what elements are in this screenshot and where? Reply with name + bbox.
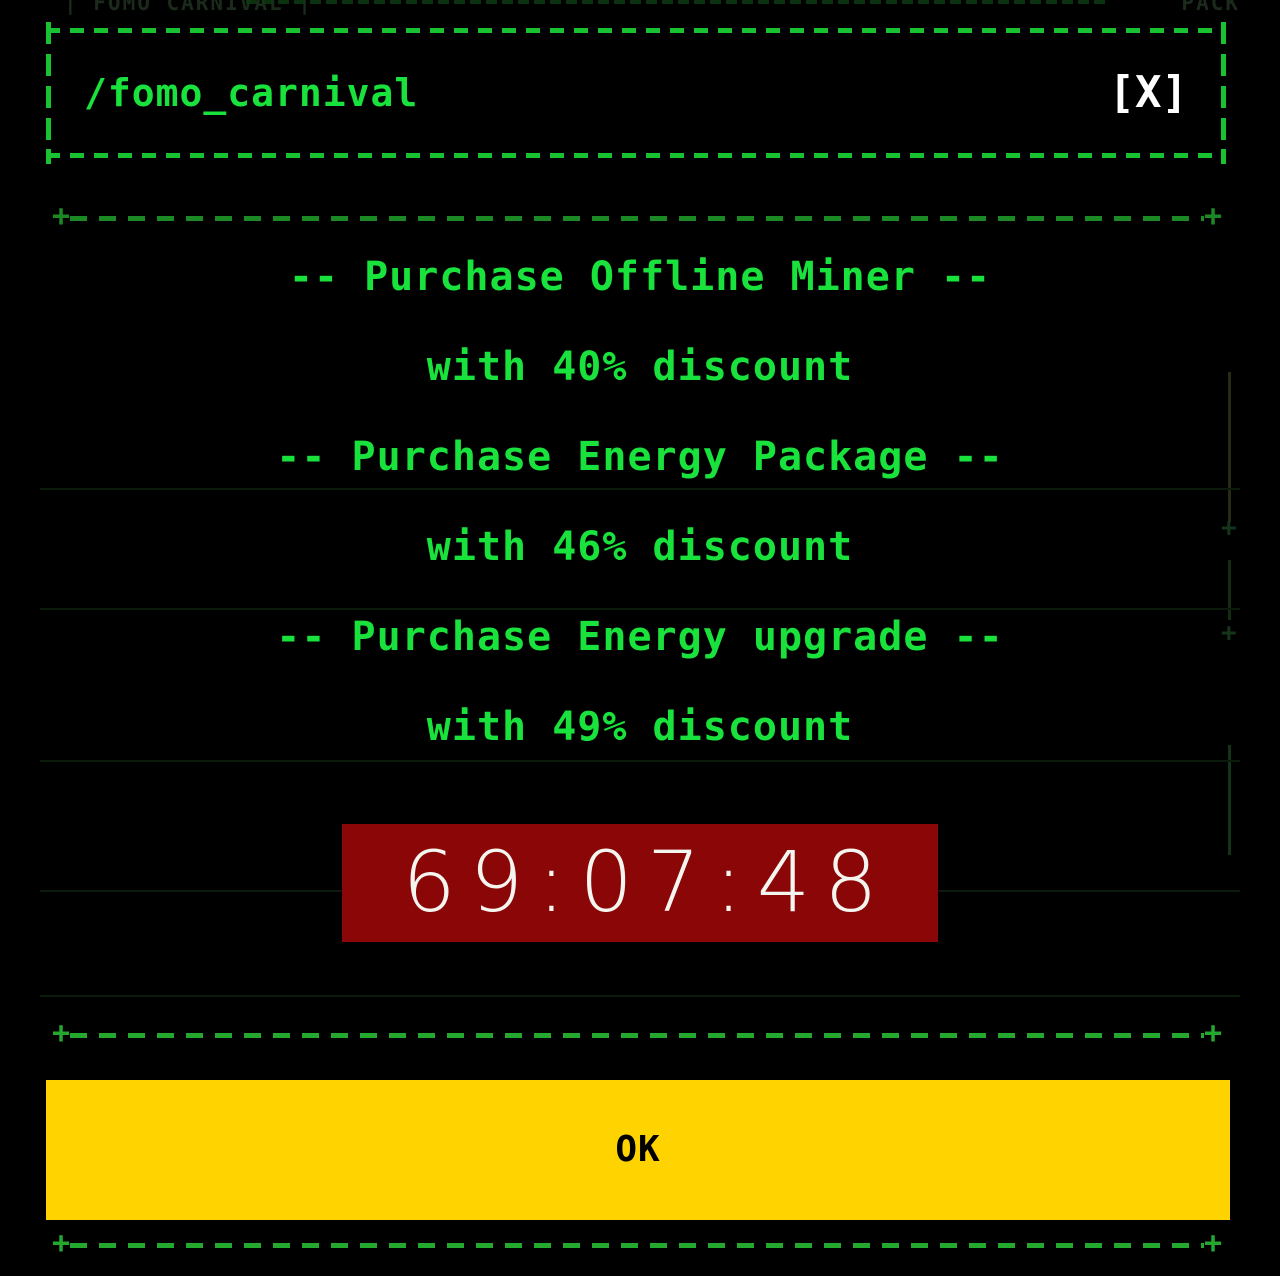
separator-bottom-dashes [70, 1243, 1204, 1248]
title-bar-corner-bottom-right [1221, 149, 1226, 163]
separator-middle: + + [52, 1016, 1222, 1051]
offer-title: -- Purchase Energy upgrade -- [276, 614, 1004, 660]
offer-item: -- Purchase Offline Miner -- with 40% di… [0, 232, 1280, 412]
separator-middle-dashes [70, 1033, 1204, 1038]
countdown-timer: 69:07:48 [342, 824, 938, 942]
title-bar-top-border [46, 28, 1226, 33]
ok-button[interactable]: OK [46, 1080, 1230, 1220]
title-bar-right-border [1221, 22, 1226, 164]
separator-top-right-plus: + [1203, 199, 1222, 234]
separator-middle-left-plus: + [52, 1016, 71, 1051]
separator-bottom: + + [52, 1226, 1222, 1261]
offer-item: -- Purchase Energy upgrade -- with 49% d… [0, 592, 1280, 772]
close-icon[interactable]: [X] [1109, 71, 1188, 115]
offer-title: -- Purchase Offline Miner -- [288, 254, 992, 300]
countdown-timer-container: 69:07:48 [0, 824, 1280, 942]
separator-top-dashes [70, 216, 1204, 221]
title-bar-corner-top-left [46, 23, 51, 37]
offer-subtitle: with 46% discount [426, 524, 854, 570]
offer-item: -- Purchase Energy Package -- with 46% d… [0, 412, 1280, 592]
ok-button-label: OK [615, 1129, 661, 1170]
offer-title: -- Purchase Energy Package -- [276, 434, 1004, 480]
title-bar-bottom-border [46, 153, 1226, 158]
separator-top: + + [52, 199, 1222, 234]
title-bar-corner-top-right [1221, 23, 1226, 37]
title-bar-corner-bottom-left [46, 149, 51, 163]
separator-bottom-left-plus: + [52, 1226, 71, 1261]
separator-middle-right-plus: + [1203, 1016, 1222, 1051]
dialog-title-bar: /fomo_carnival [X] [46, 22, 1226, 164]
offer-subtitle: with 49% discount [426, 704, 854, 750]
separator-top-left-plus: + [52, 199, 71, 234]
separator-bottom-right-plus: + [1203, 1226, 1222, 1261]
title-bar-left-border [46, 22, 51, 164]
fomo-carnival-dialog: /fomo_carnival [X] + + -- Purchase Offli… [0, 0, 1280, 1276]
dialog-title: /fomo_carnival [84, 71, 419, 115]
offers-list: -- Purchase Offline Miner -- with 40% di… [0, 232, 1280, 772]
offer-subtitle: with 40% discount [426, 344, 854, 390]
